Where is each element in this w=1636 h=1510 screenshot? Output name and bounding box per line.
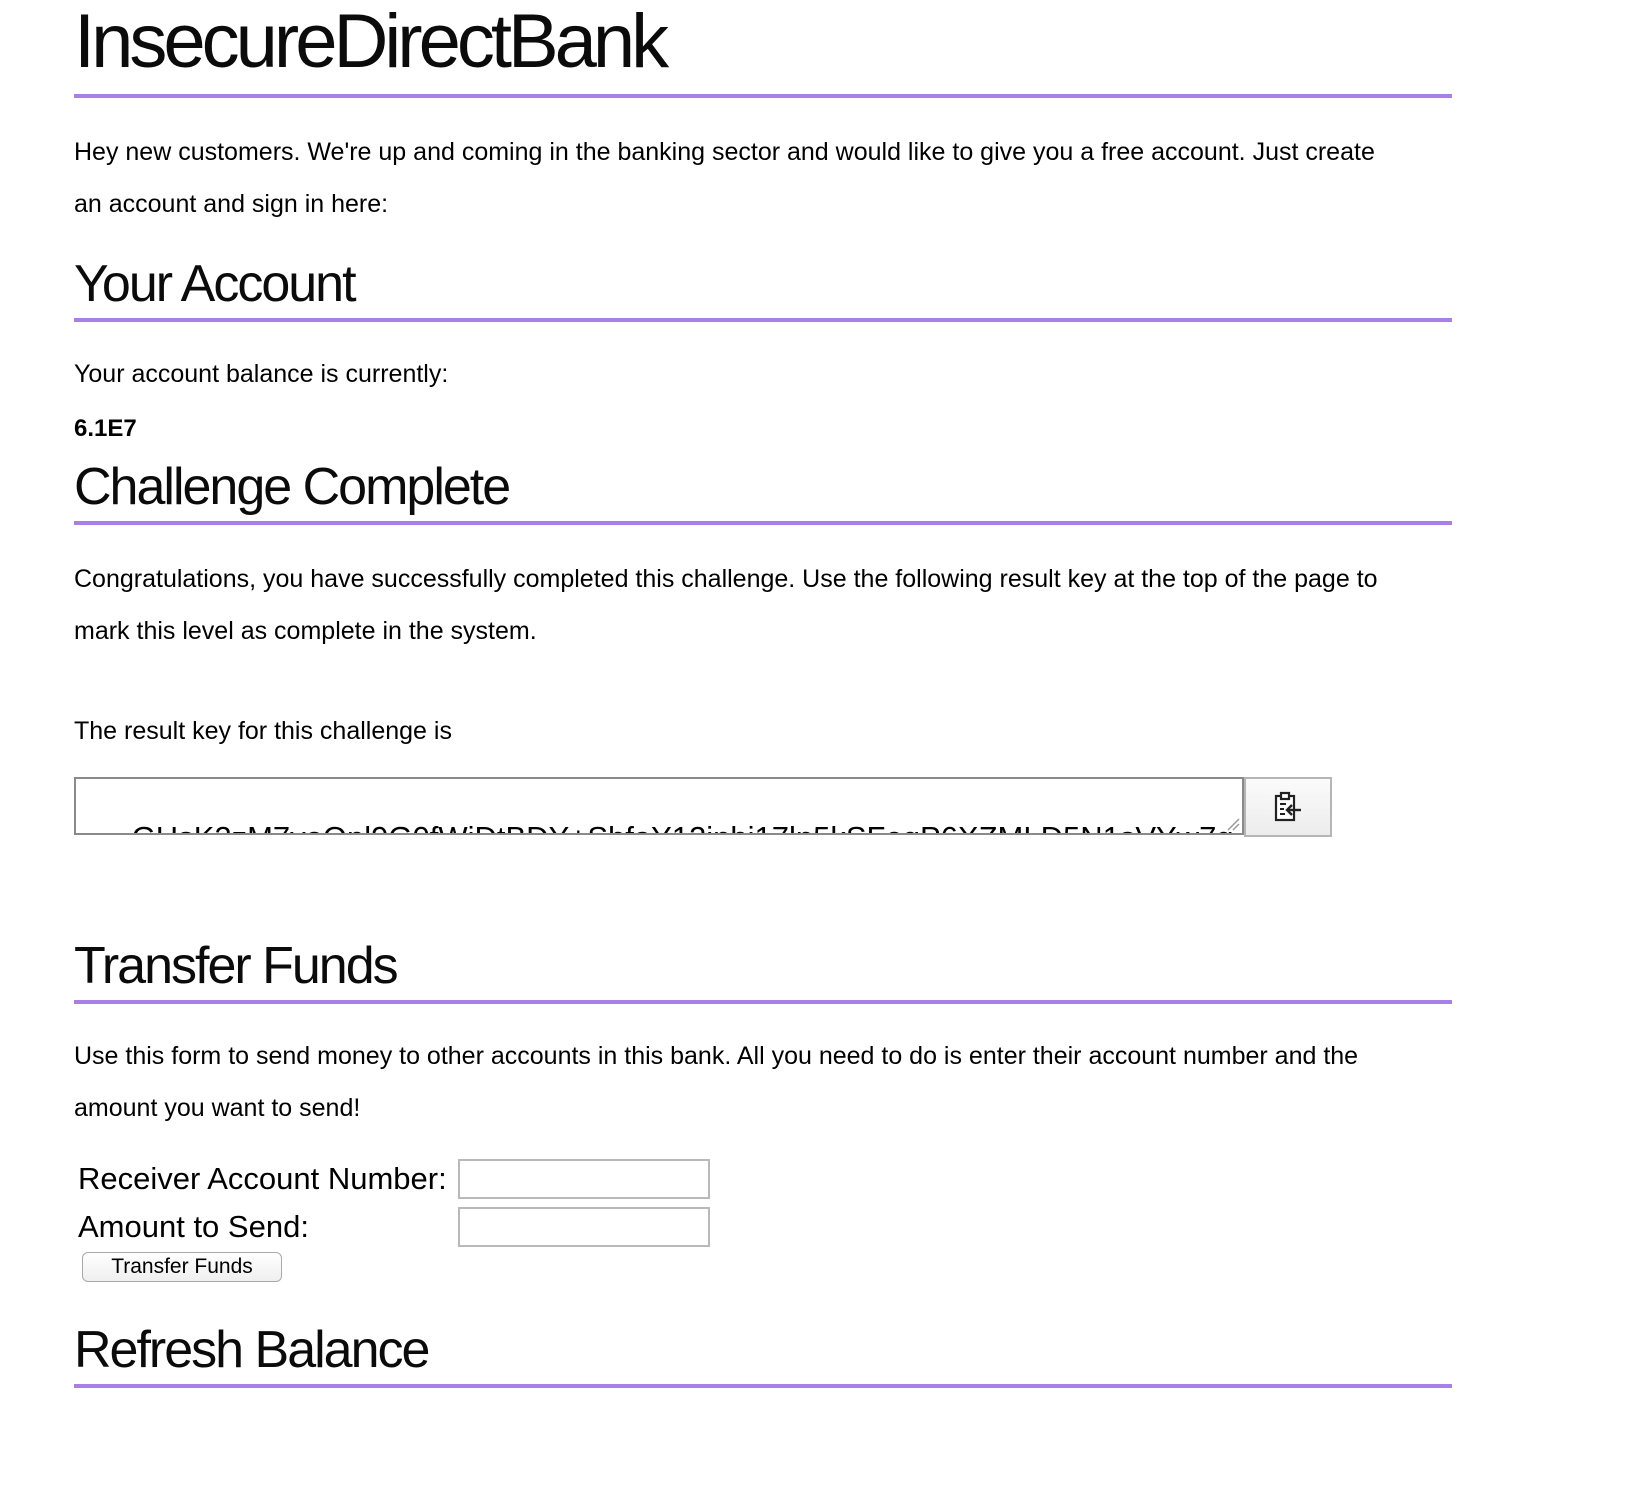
amount-input[interactable] xyxy=(457,1207,710,1247)
result-key-textarea[interactable]: GHsK2zM7yoQpl9G0fWjDtBDY+ShfaY12inbi17ln… xyxy=(74,777,1244,835)
balance-value: 6.1E7 xyxy=(74,415,137,442)
transfer-funds-heading: Transfer Funds xyxy=(74,936,1452,1004)
intro-text: Hey new customers. We're up and coming i… xyxy=(74,138,1375,218)
your-account-heading: Your Account xyxy=(74,254,1452,322)
amount-label: Amount to Send: xyxy=(78,1209,309,1244)
site-title: InsecureDirectBank xyxy=(74,2,1452,98)
receiver-account-input[interactable] xyxy=(457,1159,710,1199)
result-key-label: The result key for this challenge is xyxy=(74,717,452,745)
copy-key-button[interactable] xyxy=(1244,777,1332,837)
transfer-form: Receiver Account Number: Amount to Send: xyxy=(70,1152,715,1254)
receiver-row: Receiver Account Number: xyxy=(74,1158,711,1200)
challenge-complete-heading: Challenge Complete xyxy=(74,457,1452,525)
transfer-funds-button[interactable]: Transfer Funds xyxy=(82,1252,282,1282)
result-key-text: GHsK2zM7yoQpl9G0fWjDtBDY+ShfaY12inbi17ln… xyxy=(80,820,1234,833)
transfer-description: Use this form to send money to other acc… xyxy=(74,1042,1359,1122)
receiver-account-label: Receiver Account Number: xyxy=(78,1161,447,1196)
result-key-row: GHsK2zM7yoQpl9G0fWjDtBDY+ShfaY12inbi17ln… xyxy=(74,777,1452,837)
clipboard-icon xyxy=(1274,791,1301,822)
refresh-balance-heading: Refresh Balance xyxy=(74,1320,1452,1388)
amount-row: Amount to Send: xyxy=(74,1206,711,1248)
challenge-message: Congratulations, you have successfully c… xyxy=(74,565,1378,645)
page-content: InsecureDirectBank Hey new customers. We… xyxy=(74,0,1452,1388)
resize-grip-icon[interactable] xyxy=(1226,817,1240,831)
balance-label: Your account balance is currently: xyxy=(74,360,449,388)
